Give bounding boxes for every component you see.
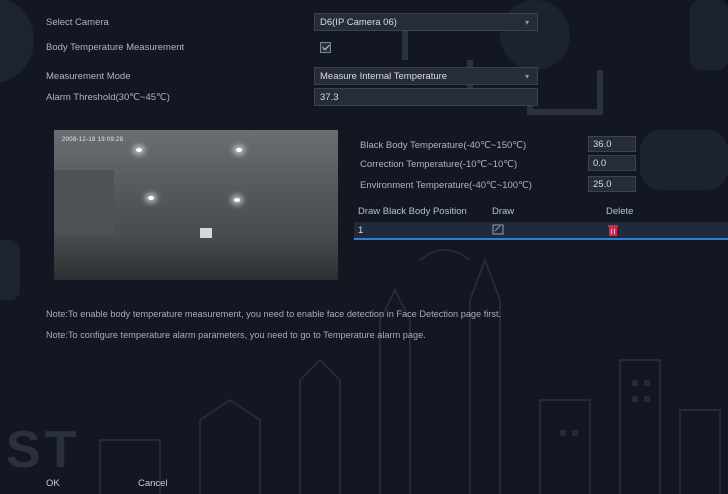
select-camera-label: Select Camera	[46, 17, 109, 28]
position-table-header: Draw Black Body Position Draw Delete	[354, 204, 728, 220]
measurement-mode-value: Measure Internal Temperature	[320, 71, 448, 82]
note-face-detection: Note:To enable body temperature measurem…	[46, 309, 502, 319]
body-temperature-checkbox[interactable]	[320, 42, 331, 53]
row-index: 1	[358, 225, 364, 236]
watermark-logo: ST	[6, 421, 81, 479]
draw-icon[interactable]	[492, 224, 504, 238]
ceiling-light	[234, 198, 240, 202]
measurement-mode-label: Measurement Mode	[46, 71, 131, 82]
table-row[interactable]: 1	[354, 222, 728, 240]
delete-icon[interactable]	[608, 224, 618, 239]
osd-timestamp: 2008-12-18 19:09:28	[62, 137, 124, 143]
ceiling-light	[136, 148, 142, 152]
black-body-temperature-input[interactable]: 36.0	[588, 136, 636, 152]
preview-door	[200, 228, 212, 238]
ceiling-light	[236, 148, 242, 152]
ok-button[interactable]: OK	[46, 478, 60, 489]
camera-select-value: D6(IP Camera 06)	[320, 17, 397, 28]
correction-temperature-label: Correction Temperature(-10℃~10℃)	[360, 159, 518, 170]
alarm-threshold-input[interactable]: 37.3	[314, 88, 538, 106]
chevron-down-icon: ▾	[524, 18, 529, 27]
chevron-down-icon: ▾	[524, 72, 529, 81]
preview-wall	[54, 170, 114, 240]
preview-floor	[54, 234, 338, 280]
black-body-temperature-label: Black Body Temperature(-40℃~150℃)	[360, 140, 527, 151]
environment-temperature-input[interactable]: 25.0	[588, 176, 636, 192]
environment-temperature-label: Environment Temperature(-40℃~100℃)	[360, 180, 532, 191]
header-delete: Delete	[606, 206, 634, 217]
cancel-button[interactable]: Cancel	[138, 478, 168, 489]
camera-preview[interactable]: 2008-12-18 19:09:28	[54, 130, 338, 280]
header-draw: Draw	[492, 206, 515, 217]
body-temperature-label: Body Temperature Measurement	[46, 42, 185, 53]
camera-select[interactable]: D6(IP Camera 06) ▾	[314, 13, 538, 31]
ceiling-light	[148, 196, 154, 200]
measurement-mode-select[interactable]: Measure Internal Temperature ▾	[314, 67, 538, 85]
alarm-threshold-label: Alarm Threshold(30℃~45℃)	[46, 92, 170, 103]
correction-temperature-input[interactable]: 0.0	[588, 155, 636, 171]
note-temperature-alarm: Note:To configure temperature alarm para…	[46, 330, 426, 340]
header-draw-position: Draw Black Body Position	[358, 206, 467, 217]
